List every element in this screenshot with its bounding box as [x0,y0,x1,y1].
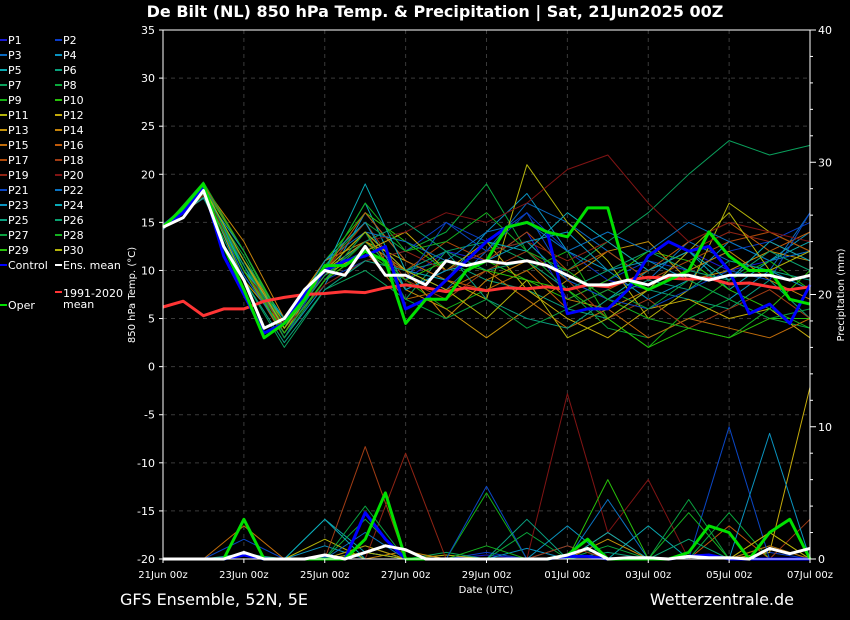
y-tick-label-left: -15 [137,505,155,518]
legend-item-p17: P17 [8,154,29,167]
y-tick-label-left: -5 [144,409,155,422]
y-tick-label-left: 15 [141,216,155,229]
y-tick-label-left: -10 [137,457,155,470]
x-tick-label: 05Jul 00z [706,570,752,581]
legend-item-p12: P12 [63,109,84,122]
x-tick-label: 03Jul 00z [625,570,671,581]
y-tick-label-left: 30 [141,72,155,85]
legend-item-p1: P1 [8,34,22,47]
legend-item-p23: P23 [8,199,29,212]
footer-source: Wetterzentrale.de [650,590,794,609]
y-tick-label-right: 10 [818,421,832,434]
legend-item-p25: P25 [8,214,29,227]
x-axis-label: Date (UTC) [459,585,514,596]
legend-item-oper: Oper [8,299,35,312]
legend-item-ens-mean: Ens. mean [63,259,121,272]
y-tick-label-left: 25 [141,120,155,133]
y-tick-label-left: 10 [141,264,155,277]
x-tick-label: 07Jul 00z [787,570,833,581]
legend-item-p26: P26 [63,214,84,227]
y-tick-label-left: 35 [141,24,155,37]
legend-item-p20: P20 [63,169,84,182]
legend-item-p15: P15 [8,139,29,152]
ensemble-chart: De Bilt (NL) 850 hPa Temp. & Precipitati… [0,0,850,620]
legend-item-p6: P6 [63,64,77,77]
legend-item-p19: P19 [8,169,29,182]
x-tick-label: 29Jun 00z [462,570,512,581]
legend-item-p21: P21 [8,184,29,197]
legend-item-p27: P27 [8,229,29,242]
y-tick-label-left: 0 [148,361,155,374]
x-tick-label: 25Jun 00z [300,570,350,581]
legend-item-p22: P22 [63,184,84,197]
legend-item-p28: P28 [63,229,84,242]
y-tick-label-right: 40 [818,24,832,37]
y-axis-left-label: 850 hPa Temp. (°C) [127,247,138,343]
legend-item-p2: P2 [63,34,77,47]
legend-item-p30: P30 [63,244,84,257]
legend-item-p29: P29 [8,244,29,257]
legend-item-p11: P11 [8,109,29,122]
legend-item-p10: P10 [63,94,84,107]
legend-item-p5: P5 [8,64,22,77]
legend-item-p18: P18 [63,154,84,167]
y-tick-label-right: 30 [818,156,832,169]
x-tick-label: 01Jul 00z [544,570,590,581]
x-tick-label: 21Jun 00z [138,570,188,581]
legend-item-p8: P8 [63,79,77,92]
y-tick-label-right: 20 [818,289,832,302]
legend-item-p14: P14 [63,124,84,137]
legend-item-p3: P3 [8,49,22,62]
chart-title: De Bilt (NL) 850 hPa Temp. & Precipitati… [147,2,724,22]
legend-item-control: Control [8,259,48,272]
x-tick-label: 23Jun 00z [219,570,269,581]
footer-model-info: GFS Ensemble, 52N, 5E [120,590,308,609]
legend-item-p4: P4 [63,49,77,62]
y-tick-label-left: 20 [141,168,155,181]
y-tick-label-left: 5 [148,313,155,326]
y-tick-label-right: 0 [818,553,825,566]
x-tick-label: 27Jun 00z [381,570,431,581]
legend-item-p16: P16 [63,139,84,152]
legend-item-p9: P9 [8,94,22,107]
legend-item-p13: P13 [8,124,29,137]
y-axis-right-label: Precipitation (mm) [836,248,847,341]
legend-item-p7: P7 [8,79,22,92]
legend-item-p24: P24 [63,199,84,212]
y-tick-label-left: -20 [137,553,155,566]
